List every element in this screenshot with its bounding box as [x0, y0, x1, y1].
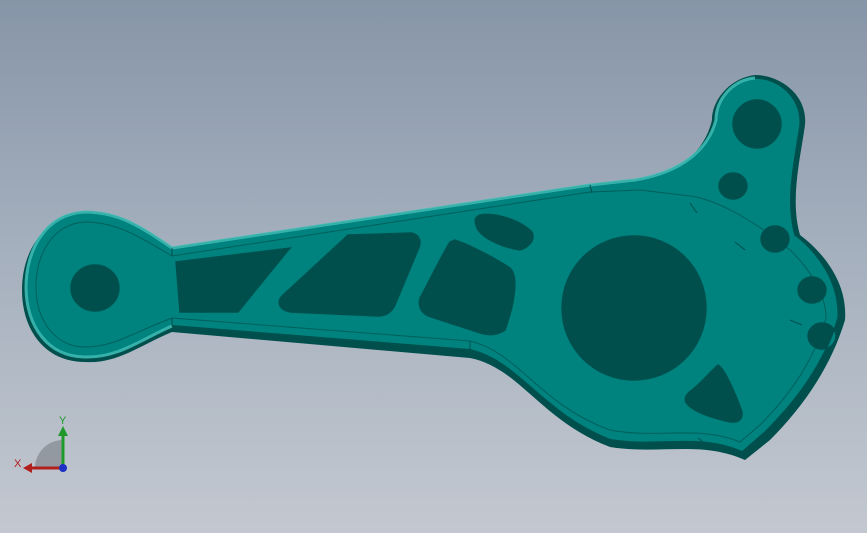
bracket-part[interactable] [22, 75, 846, 460]
triad-x-arrowhead [23, 463, 32, 473]
triad-plane-quadrant [35, 440, 63, 468]
graphics-viewport[interactable] [0, 0, 867, 533]
triad-y-label: Y [59, 415, 67, 427]
reference-triad: Y X [14, 415, 68, 473]
triad-y-arrowhead [58, 426, 68, 436]
triad-x-label: X [14, 458, 22, 470]
triad-z-axis-dot [59, 464, 67, 472]
